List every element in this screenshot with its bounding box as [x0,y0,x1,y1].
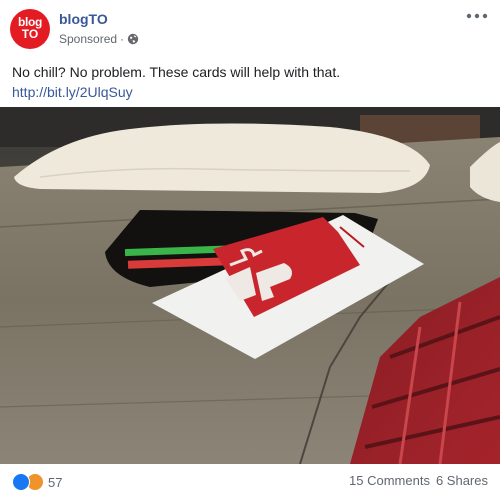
meta-separator: · [120,32,125,46]
post-photo[interactable] [0,107,500,464]
shares-count-link[interactable]: 6 Shares [436,473,488,488]
sponsored-label[interactable]: Sponsored [59,32,117,46]
post-footer: 57 15 Comments 6 Shares [0,464,500,498]
avatar-text-to: TO [21,27,39,41]
post-header: blog TO blogTO Sponsored · [0,0,500,60]
globe-icon[interactable] [127,33,139,45]
reactions-summary[interactable]: 57 [12,473,62,491]
post-text: No chill? No problem. These cards will h… [12,64,341,80]
reaction-count: 57 [48,474,63,490]
more-horizontal-icon[interactable] [466,12,488,20]
post-caption: No chill? No problem. These cards will h… [12,62,488,102]
comments-count-link[interactable]: 15 Comments [349,473,430,488]
post-link[interactable]: http://bit.ly/2UlqSuy [12,82,488,102]
page-avatar[interactable]: blog TO [10,9,50,49]
engagement-counts: 15 Comments 6 Shares [349,473,488,488]
page-name-link[interactable]: blogTO [59,11,108,27]
post-meta: Sponsored · [59,32,139,46]
wallet-card-photo [0,107,500,464]
like-reaction-icon [12,473,30,491]
